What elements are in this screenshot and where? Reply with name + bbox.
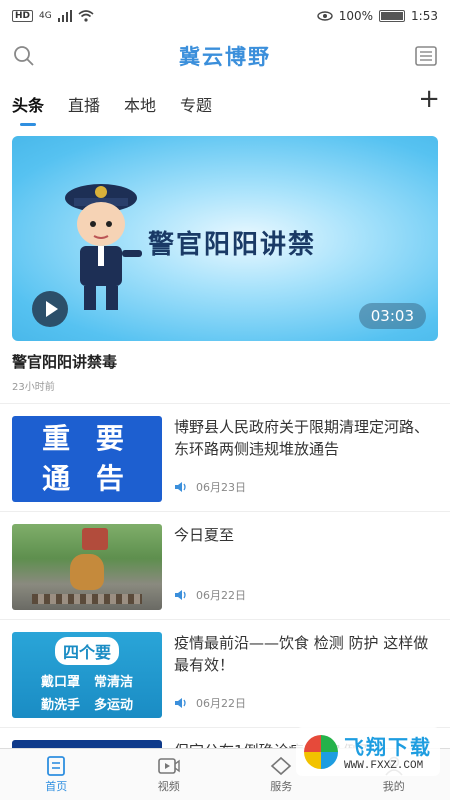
speaker-icon[interactable] xyxy=(174,697,188,709)
newspaper-icon xyxy=(415,46,437,66)
hero-caption: 警官阳阳讲禁 xyxy=(148,230,317,260)
tab-headlines[interactable]: 头条 xyxy=(12,92,44,124)
hero-video[interactable]: 警官阳阳讲禁 03:03 xyxy=(12,136,438,341)
nav-video[interactable]: 视频 xyxy=(113,749,226,800)
add-channel-icon[interactable]: + xyxy=(418,86,440,112)
news-date: 06月22日 xyxy=(196,697,246,710)
home-doc-icon xyxy=(47,755,66,776)
service-icon xyxy=(271,756,292,775)
hero-time: 23小时前 xyxy=(12,382,55,393)
thumbnail-text: 常清洁 xyxy=(94,675,134,690)
search-button[interactable] xyxy=(12,44,36,68)
nav-label: 视频 xyxy=(157,779,180,793)
nav-home[interactable]: 首页 xyxy=(0,749,113,800)
signal-icon xyxy=(57,10,72,22)
watermark: 飞翔下载 WWW.FXXZ.COM xyxy=(296,727,440,776)
clock: 1:53 xyxy=(411,9,438,23)
hd-indicator: HD xyxy=(12,10,34,22)
battery-icon xyxy=(379,10,406,22)
watermark-logo-icon xyxy=(304,734,338,769)
news-item[interactable]: 今日夏至 06月22日 xyxy=(0,512,450,620)
news-title: 今日夏至 xyxy=(174,526,235,544)
news-title: 博野县人民政府关于限期清理定河路、东环路两侧违规堆放通告 xyxy=(174,418,430,458)
news-item[interactable]: 重 要 通 告 博野县人民政府关于限期清理定河路、东环路两侧违规堆放通告 06月… xyxy=(0,404,450,512)
video-icon xyxy=(157,757,180,774)
search-icon xyxy=(14,46,34,66)
thumbnail-text: 戴口罩 xyxy=(40,675,80,690)
speaker-icon[interactable] xyxy=(174,481,188,493)
tab-topics[interactable]: 专题 xyxy=(180,92,212,124)
tab-live[interactable]: 直播 xyxy=(68,92,100,124)
thumbnail-text: 通 告 xyxy=(42,462,132,495)
newspaper-button[interactable] xyxy=(414,44,438,68)
app-bar: 冀云博野 xyxy=(0,32,450,80)
speaker-icon[interactable] xyxy=(174,589,188,601)
video-duration: 03:03 xyxy=(358,303,426,329)
tab-local[interactable]: 本地 xyxy=(124,92,156,124)
hero-title[interactable]: 警官阳阳讲禁毒 xyxy=(12,351,438,372)
news-thumbnail: 重 要 通 告 xyxy=(12,416,162,502)
news-thumbnail: 四个要 戴口罩 常清洁 勤洗手 多运动 xyxy=(12,632,162,718)
app-title: 冀云博野 xyxy=(179,45,271,69)
thumbnail-text: 多运动 xyxy=(94,698,134,713)
nav-label: 服务 xyxy=(270,779,293,793)
thumbnail-text: 重 要 xyxy=(42,422,132,455)
wifi-icon xyxy=(78,10,94,22)
nav-label: 我的 xyxy=(382,779,405,793)
battery-percent: 100% xyxy=(338,9,374,23)
watermark-url: WWW.FXXZ.COM xyxy=(344,760,424,772)
nav-label: 首页 xyxy=(45,779,68,793)
news-date: 06月23日 xyxy=(196,481,246,494)
eye-icon xyxy=(317,11,333,21)
news-thumbnail xyxy=(12,524,162,610)
railway-shape xyxy=(32,594,142,604)
thumbnail-heading: 四个要 xyxy=(54,637,119,665)
news-item[interactable]: 四个要 戴口罩 常清洁 勤洗手 多运动 疫情最前沿——饮食 检测 防护 这样做最… xyxy=(0,620,450,728)
news-date: 06月22日 xyxy=(196,589,246,602)
watermark-text: 飞翔下载 xyxy=(344,735,432,759)
thumbnail-text: 勤洗手 xyxy=(40,698,80,713)
dog-shape xyxy=(70,554,104,590)
police-cartoon xyxy=(65,184,142,310)
channel-tabs: 头条 直播 本地 专题 + xyxy=(0,80,450,124)
play-button[interactable] xyxy=(32,291,68,327)
train-shape xyxy=(82,528,108,550)
network-indicator: 4G xyxy=(39,11,52,21)
news-title: 疫情最前沿——饮食 检测 防护 这样做最有效！ xyxy=(174,634,429,674)
status-bar: HD 4G 100% 1:53 xyxy=(0,0,450,32)
